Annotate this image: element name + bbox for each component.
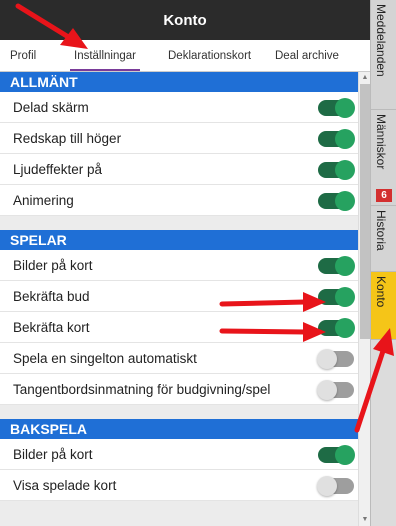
setting-label: Bilder på kort (13, 447, 93, 462)
scroll-down-arrow[interactable]: ▼ (359, 514, 370, 526)
side-tab-konto[interactable]: Konto (371, 272, 396, 340)
setting-label: Delad skärm (13, 100, 89, 115)
account-panel: Konto Profil Inställningar Deklarationsk… (0, 0, 396, 526)
setting-toggle[interactable] (318, 160, 355, 180)
setting-row: Bekräfta bud (0, 281, 358, 312)
setting-row: Spela en singelton automatiskt (0, 343, 358, 374)
section-header: SPELAR (0, 230, 358, 250)
setting-row: Bilder på kort (0, 439, 358, 470)
panel-title-bar: Konto (0, 0, 370, 40)
setting-label: Visa spelade kort (13, 478, 117, 493)
section-header: ALLMÄNT (0, 72, 358, 92)
side-tab-historia[interactable]: Historia (371, 206, 396, 272)
section-gap (0, 216, 370, 230)
setting-toggle[interactable] (317, 380, 354, 400)
setting-row: Animering (0, 185, 358, 216)
side-tab-meddelanden[interactable]: Meddelanden (371, 0, 396, 110)
side-tab-strip: Meddelanden Människor 6 Historia Konto (370, 0, 396, 526)
setting-toggle[interactable] (318, 98, 355, 118)
setting-label: Spela en singelton automatiskt (13, 351, 197, 366)
tab-installningar[interactable]: Inställningar (69, 40, 141, 72)
side-tab-label: Historia (374, 210, 388, 251)
toggle-knob (335, 318, 355, 338)
toggle-knob (335, 287, 355, 307)
setting-row: Ljudeffekter på (0, 154, 358, 185)
vertical-scrollbar[interactable]: ▲ ▼ (358, 72, 370, 526)
panel-title: Konto (163, 11, 207, 29)
setting-toggle[interactable] (318, 129, 355, 149)
setting-label: Bekräfta kort (13, 320, 90, 335)
setting-toggle[interactable] (318, 287, 355, 307)
setting-row: Redskap till höger (0, 123, 358, 154)
setting-label: Animering (13, 193, 74, 208)
setting-toggle[interactable] (317, 349, 354, 369)
toggle-knob (317, 349, 337, 369)
setting-toggle[interactable] (318, 318, 355, 338)
side-tab-manniskor[interactable]: Människor 6 (371, 110, 396, 206)
setting-toggle[interactable] (318, 445, 355, 465)
tab-profil[interactable]: Profil (10, 40, 36, 72)
setting-row: Bilder på kort (0, 250, 358, 281)
settings-content: ALLMÄNT Delad skärm Redskap till höger L… (0, 72, 370, 526)
section-header: BAKSPELA (0, 419, 358, 439)
setting-row: Tangentbordsinmatning för budgivning/spe… (0, 374, 358, 405)
setting-label: Bilder på kort (13, 258, 93, 273)
scroll-thumb[interactable] (360, 84, 370, 339)
tab-deklarationskort[interactable]: Deklarationskort (168, 40, 251, 72)
setting-row: Bekräfta kort (0, 312, 358, 343)
toggle-knob (335, 445, 355, 465)
toggle-knob (335, 129, 355, 149)
setting-label: Redskap till höger (13, 131, 122, 146)
setting-toggle[interactable] (318, 191, 355, 211)
toggle-knob (335, 98, 355, 118)
toggle-knob (317, 476, 337, 496)
setting-toggle[interactable] (318, 256, 355, 276)
toggle-knob (317, 380, 337, 400)
toggle-knob (335, 256, 355, 276)
tab-deal-archive[interactable]: Deal archive (275, 40, 339, 72)
setting-label: Bekräfta bud (13, 289, 90, 304)
side-tab-label: Meddelanden (374, 4, 388, 77)
section-allmant: ALLMÄNT Delad skärm Redskap till höger L… (0, 72, 358, 216)
setting-toggle[interactable] (317, 476, 354, 496)
section-spelar: SPELAR Bilder på kort Bekräfta bud Bekrä… (0, 230, 358, 405)
setting-label: Ljudeffekter på (13, 162, 103, 177)
side-tab-label: Konto (374, 276, 388, 308)
setting-row: Visa spelade kort (0, 470, 358, 501)
section-bakspela: BAKSPELA Bilder på kort Visa spelade kor… (0, 419, 358, 501)
side-tab-label: Människor (374, 114, 388, 170)
tab-bar: Profil Inställningar Deklarationskort De… (0, 40, 370, 72)
toggle-knob (335, 191, 355, 211)
section-gap (0, 405, 370, 419)
setting-label: Tangentbordsinmatning för budgivning/spe… (13, 382, 271, 397)
scroll-up-arrow[interactable]: ▲ (359, 72, 370, 84)
notification-badge: 6 (376, 189, 392, 202)
setting-row: Delad skärm (0, 92, 358, 123)
toggle-knob (335, 160, 355, 180)
